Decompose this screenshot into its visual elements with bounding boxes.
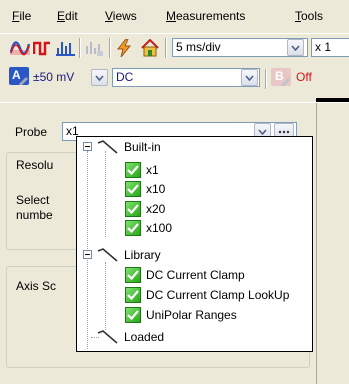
channel-b-button[interactable]: B <box>271 68 291 87</box>
check-icon <box>125 307 141 323</box>
tree-line <box>105 262 106 330</box>
tree-item-x100[interactable]: x100 <box>125 219 172 237</box>
toolbar-separator <box>79 38 81 58</box>
tree-line <box>105 151 106 237</box>
tree-item-dc-current-clamp[interactable]: DC Current Clamp <box>125 266 245 284</box>
menu-edit[interactable]: Edit <box>57 9 78 23</box>
axis-scaling-title: Axis Sc <box>14 279 59 293</box>
resolution-title: Resolu <box>14 158 56 172</box>
resolution-text-1: Select <box>16 193 50 207</box>
toolbar-separator <box>109 38 111 58</box>
menu-measurements[interactable]: Measurements <box>166 9 245 23</box>
scope-mode-icon[interactable] <box>10 38 30 58</box>
probe-icon <box>97 140 118 154</box>
builtin-collapse-toggle[interactable] <box>83 142 92 151</box>
channel-toolbar: A ±50 mV DC B Off <box>0 61 349 93</box>
coupling-combo[interactable]: DC <box>112 68 260 87</box>
check-icon <box>125 201 141 217</box>
chevron-down-icon <box>291 44 300 51</box>
probe-icon <box>97 330 118 344</box>
check-icon <box>125 162 141 178</box>
tree-item-x1[interactable]: x1 <box>125 161 159 179</box>
chevron-down-icon <box>95 74 104 81</box>
check-icon <box>125 220 141 236</box>
tree-item-unipolar-ranges[interactable]: UniPolar Ranges <box>125 306 237 324</box>
coupling-dropdown-button[interactable] <box>241 69 258 86</box>
persistence-mode-icon[interactable] <box>32 38 52 58</box>
range-dropdown-button[interactable] <box>91 69 108 86</box>
channel-a-range[interactable]: ±50 mV <box>33 70 74 84</box>
disabled-spectrum-icon[interactable] <box>84 38 104 58</box>
toolbar-separator <box>265 69 267 89</box>
toolbar-separator <box>165 38 167 58</box>
tree-node-builtin[interactable]: Built-in <box>97 138 161 156</box>
spectrum-mode-icon[interactable] <box>56 38 76 58</box>
home-icon[interactable] <box>140 38 160 58</box>
tree-item-x20[interactable]: x20 <box>125 200 165 218</box>
chevron-down-icon <box>245 74 254 81</box>
library-collapse-toggle[interactable] <box>83 250 92 259</box>
channel-b-state[interactable]: Off <box>296 70 312 84</box>
probe-tree-dropdown: Built-in x1 x10 x20 x100 Library DC Curr… <box>76 136 313 352</box>
tree-node-library[interactable]: Library <box>97 246 161 264</box>
check-icon <box>125 267 141 283</box>
ellipsis-icon <box>278 130 290 133</box>
probe-icon <box>97 248 118 262</box>
tree-item-dc-current-clamp-lookup[interactable]: DC Current Clamp LookUp <box>125 286 289 304</box>
main-toolbar: 5 ms/div x 1 <box>0 33 349 62</box>
probe-label: Probe <box>15 125 48 139</box>
check-icon <box>125 181 141 197</box>
chevron-down-icon <box>258 128 267 135</box>
timebase-dropdown-button[interactable] <box>287 39 304 56</box>
menu-bar: File Edit Views Measurements Tools <box>0 0 349 33</box>
tree-item-x10[interactable]: x10 <box>125 180 165 198</box>
tree-node-loaded[interactable]: Loaded <box>97 328 164 346</box>
resolution-text-2: numbe <box>16 208 53 222</box>
menu-tools[interactable]: Tools <box>295 9 323 23</box>
menu-views[interactable]: Views <box>105 9 137 23</box>
channel-a-button[interactable]: A <box>9 67 29 86</box>
menu-file[interactable]: File <box>12 9 31 23</box>
samples-combo[interactable]: x 1 <box>311 38 349 57</box>
check-icon <box>125 287 141 303</box>
lightning-icon[interactable] <box>114 38 134 58</box>
